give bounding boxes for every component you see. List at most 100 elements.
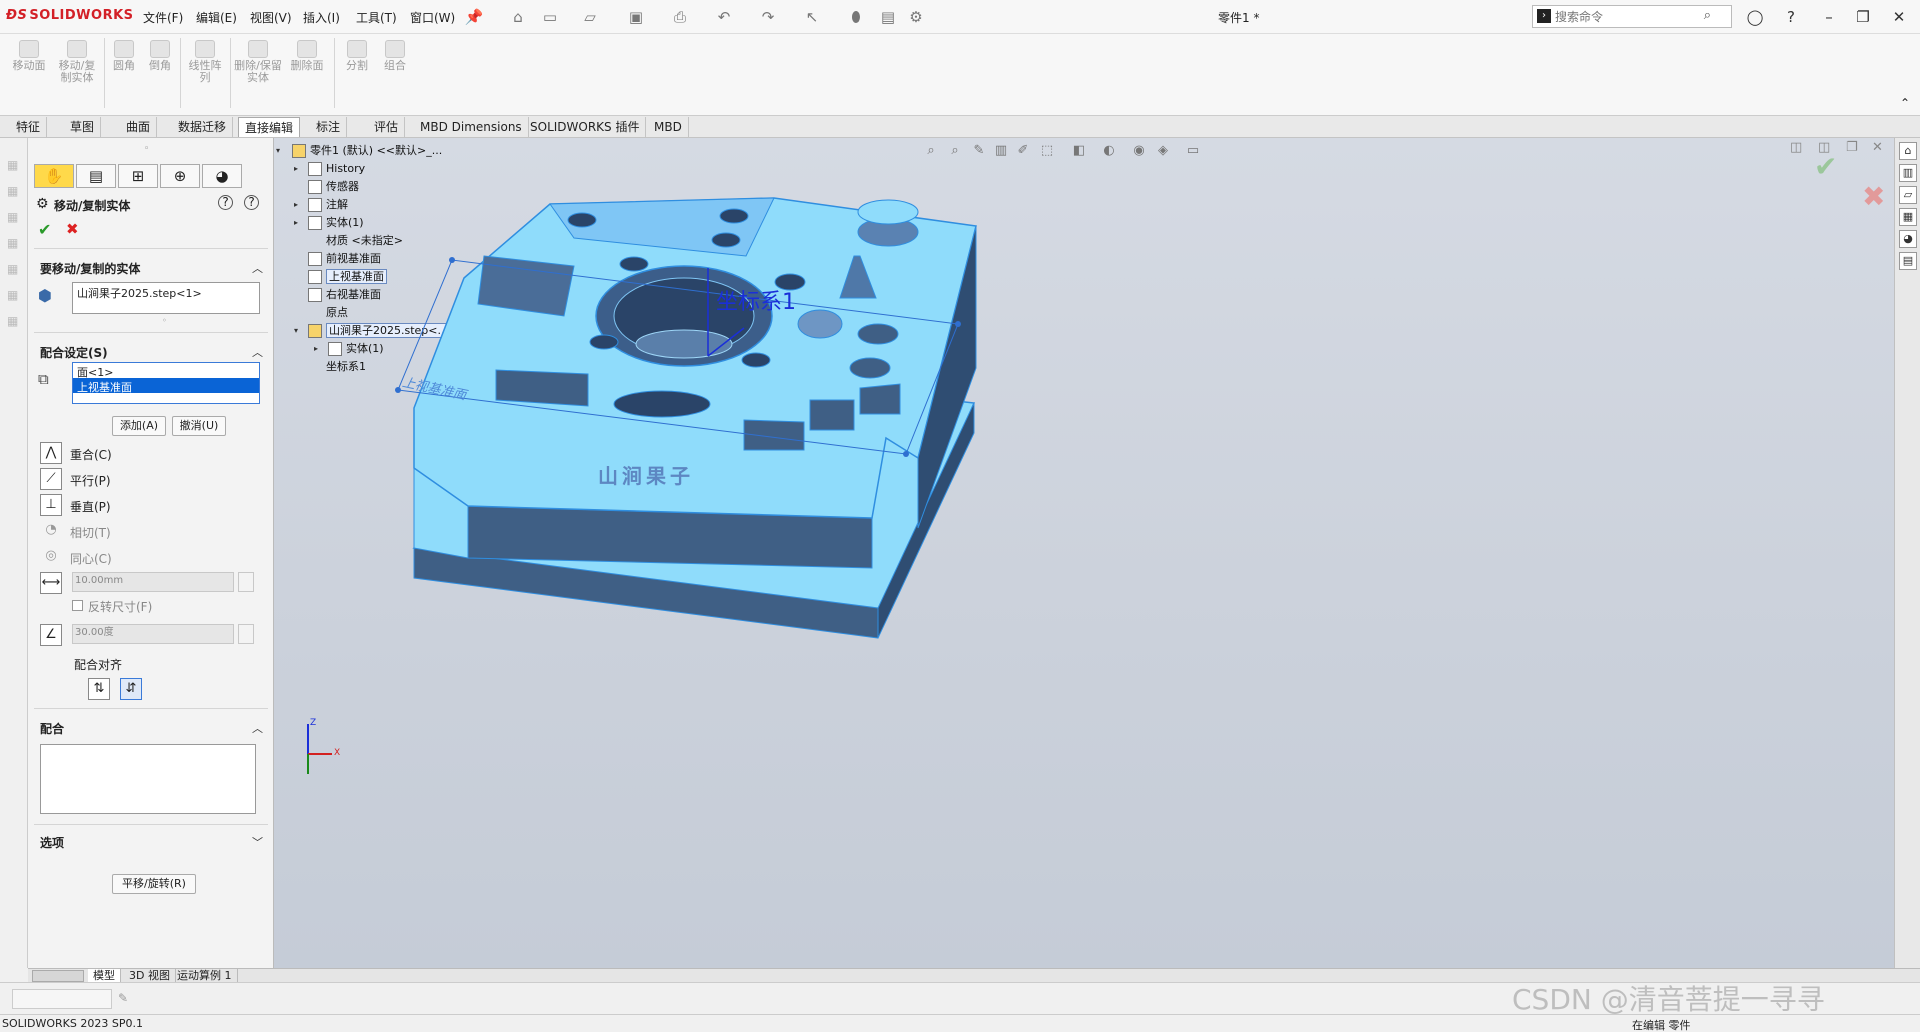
menu-window[interactable]: 窗口(W) [410, 9, 455, 26]
options-section-header[interactable]: 选项 [40, 834, 64, 851]
linear-pattern-button[interactable]: 线性阵列 [184, 40, 226, 84]
coincident-icon[interactable]: ⋀ [40, 442, 62, 464]
restore-button[interactable]: ❐ [1850, 6, 1876, 28]
tab-model[interactable]: 模型 [88, 969, 121, 983]
dimxpert-tab-icon[interactable]: ⊕ [160, 164, 200, 188]
move-copy-body-button[interactable]: 移动/复制实体 [56, 40, 98, 84]
chevron-up-icon[interactable]: ︿ [252, 344, 263, 360]
configuration-dropdown[interactable] [12, 989, 112, 1009]
mate-selection-item[interactable]: 面<1> [73, 363, 259, 379]
tab-mbd-dimensions[interactable]: MBD Dimensions [414, 117, 529, 137]
perpendicular-icon[interactable]: ⊥ [40, 494, 62, 516]
aligned-icon[interactable]: ⇅ [88, 678, 110, 700]
cancel-x-icon[interactable]: ✖ [66, 220, 79, 238]
property-manager-tab-icon[interactable]: ▤ [76, 164, 116, 188]
delete-face-button[interactable]: 删除面 [286, 40, 328, 72]
flip-dimension-label[interactable]: 反转尺寸(F) [88, 598, 152, 615]
list-resize-grip-icon[interactable]: ◦ [162, 316, 167, 325]
display-manager-tab-icon[interactable]: ◕ [202, 164, 242, 188]
view-palette-icon[interactable]: ▦ [1899, 208, 1917, 226]
chevron-up-icon[interactable]: ︿ [252, 720, 263, 736]
configuration-manager-tab-icon[interactable]: ⊞ [118, 164, 158, 188]
tab-3d-views[interactable]: 3D 视图 [124, 969, 176, 983]
menu-view[interactable]: 视图(V) [250, 9, 292, 26]
solidworks-logo[interactable]: ƉS SOLIDWORKS [6, 8, 134, 23]
ok-check-icon[interactable]: ✔ [38, 220, 51, 239]
strip-tool-icon[interactable]: ▦ [7, 262, 21, 278]
options-gear-icon[interactable]: ⚙ [906, 7, 926, 27]
save-icon[interactable]: ▣ [626, 7, 646, 27]
chevron-down-icon[interactable]: ﹀ [252, 834, 263, 850]
select-cursor-icon[interactable]: ↖ [802, 7, 822, 27]
open-folder-icon[interactable]: ▱ [580, 7, 600, 27]
coincident-mate-label[interactable]: 重合(C) [70, 446, 112, 463]
chevron-up-icon[interactable]: ︿ [252, 260, 263, 276]
move-face-button[interactable]: 移动面 [8, 40, 50, 72]
home-icon[interactable]: ⌂ [508, 7, 528, 27]
translate-rotate-button[interactable]: 平移/旋转(R) [112, 874, 196, 894]
tab-evaluate[interactable]: 评估 [368, 117, 406, 137]
help-icon[interactable]: ? [1778, 6, 1804, 28]
parallel-mate-label[interactable]: 平行(P) [70, 472, 111, 489]
distance-spinner[interactable] [238, 572, 254, 592]
file-properties-icon[interactable]: ▤ [878, 7, 898, 27]
menu-file[interactable]: 文件(F) [143, 9, 183, 26]
custom-properties-icon[interactable]: ▤ [1899, 252, 1917, 270]
strip-tool-icon[interactable]: ▦ [7, 236, 21, 252]
strip-tool-icon[interactable]: ▦ [7, 184, 21, 200]
strip-tool-icon[interactable]: ▦ [7, 158, 21, 174]
mates-list[interactable] [40, 744, 256, 814]
body-list-item[interactable]: 山涧果子2025.step<1> [73, 283, 259, 303]
perpendicular-mate-label[interactable]: 垂直(P) [70, 498, 111, 515]
bodies-section-header[interactable]: 要移动/复制的实体 [40, 260, 140, 277]
fillet-button[interactable]: 圆角 [108, 40, 140, 72]
appearances-icon[interactable]: ◕ [1899, 230, 1917, 248]
split-button[interactable]: 分割 [340, 40, 374, 72]
angle-field[interactable]: 30.00度 [72, 624, 234, 644]
angle-icon[interactable]: ∠ [40, 624, 62, 646]
distance-icon[interactable]: ⟷ [40, 572, 62, 594]
search-commands-box[interactable]: › ⌕ [1532, 5, 1732, 28]
tab-scroll-arrows[interactable] [32, 970, 84, 982]
graphics-area[interactable]: ⌕ ⌕ ✎ ▥ ✐ ⬚ ◧ ◐ ◉ ◈ ▭ ◫ ◫ ❐ ✕ ✔ ✖ ▾ 零件1 (… [274, 138, 1920, 968]
tab-markup[interactable]: 标注 [310, 117, 348, 137]
close-window-button[interactable]: ✕ [1886, 6, 1912, 28]
plane-handle[interactable] [903, 451, 909, 457]
bodies-to-move-list[interactable]: 山涧果子2025.step<1> [72, 282, 260, 314]
solidworks-resources-icon[interactable]: ⌂ [1899, 142, 1917, 160]
tab-sketch[interactable]: 草图 [64, 117, 102, 137]
tab-direct-editing[interactable]: 直接编辑 [238, 117, 301, 137]
menu-tools[interactable]: 工具(T) [356, 9, 397, 26]
angle-spinner[interactable] [238, 624, 254, 644]
tab-data-migration[interactable]: 数据迁移 [172, 117, 234, 137]
design-library-icon[interactable]: ▥ [1899, 164, 1917, 182]
3d-model-render[interactable] [274, 138, 1894, 968]
combine-button[interactable]: 组合 [378, 40, 412, 72]
undo-button[interactable]: 撤消(U) [172, 416, 226, 436]
strip-tool-icon[interactable]: ▦ [7, 288, 21, 304]
tab-motion-study[interactable]: 运动算例 1 [172, 969, 238, 983]
add-button[interactable]: 添加(A) [112, 416, 166, 436]
feature-manager-tab-icon[interactable]: ✋ [34, 164, 74, 188]
print-icon[interactable]: ⎙ [670, 7, 690, 27]
minimize-button[interactable]: – [1816, 6, 1842, 28]
search-input[interactable] [1555, 8, 1705, 25]
delete-keep-body-button[interactable]: 删除/保留实体 [234, 40, 282, 84]
tab-mbd[interactable]: MBD [648, 117, 689, 137]
plane-handle[interactable] [449, 257, 455, 263]
distance-field[interactable]: 10.00mm [72, 572, 234, 592]
anti-aligned-icon[interactable]: ⇵ [120, 678, 142, 700]
undo-icon[interactable]: ↶ [714, 7, 734, 27]
mate-selections-list[interactable]: 面<1> 上视基准面 [72, 362, 260, 404]
collapse-ribbon-icon[interactable]: ⌃ [1900, 96, 1910, 110]
flip-dimension-checkbox[interactable] [72, 600, 83, 611]
tab-solidworks-addins[interactable]: SOLIDWORKS 插件 [524, 117, 647, 137]
strip-tool-icon[interactable]: ▦ [7, 314, 21, 330]
plane-handle[interactable] [955, 321, 961, 327]
tab-surfaces[interactable]: 曲面 [120, 117, 158, 137]
pin-icon[interactable]: 📌 [464, 7, 484, 27]
rebuild-icon[interactable]: ⬮ [846, 7, 866, 27]
mates-section-header[interactable]: 配合 [40, 720, 64, 737]
chamfer-button[interactable]: 倒角 [144, 40, 176, 72]
panel-grip-icon[interactable]: ◦ [144, 144, 149, 154]
